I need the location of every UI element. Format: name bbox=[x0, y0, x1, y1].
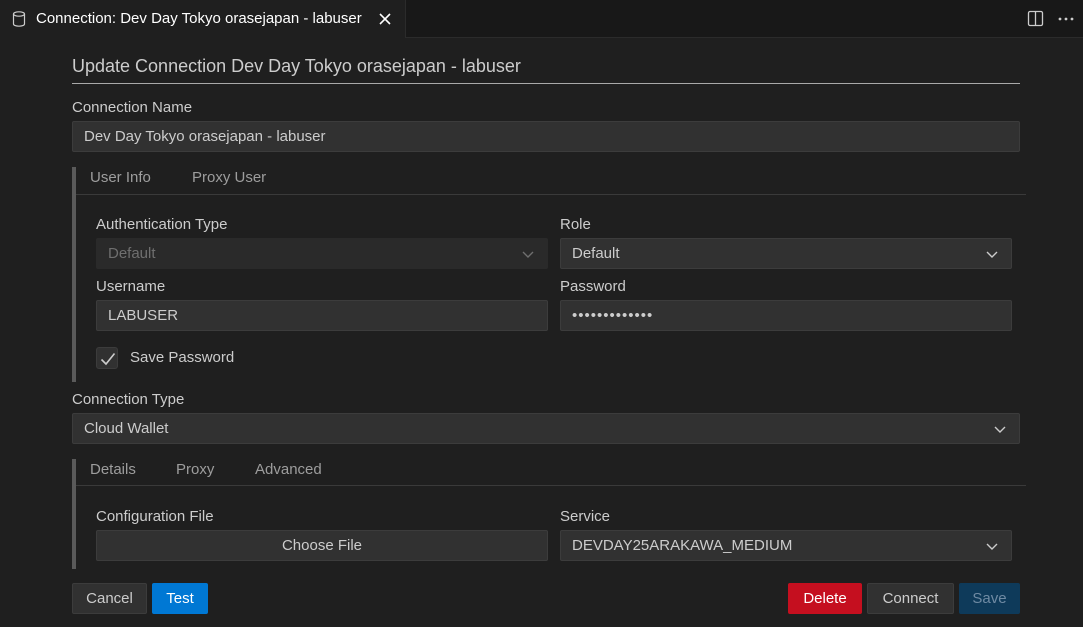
tab-title: Connection: Dev Day Tokyo orasejapan - l… bbox=[36, 10, 362, 27]
save-button: Save bbox=[959, 583, 1020, 614]
connection-name-label: Connection Name bbox=[72, 99, 193, 116]
service-select[interactable]: DEVDAY25ARAKAWA_MEDIUM bbox=[560, 530, 1012, 561]
role-value: Default bbox=[572, 245, 620, 262]
tab-user-info[interactable]: User Info bbox=[90, 169, 151, 186]
username-label: Username bbox=[96, 278, 166, 295]
checkmark-icon bbox=[100, 352, 116, 366]
auth-type-label: Authentication Type bbox=[96, 216, 228, 233]
username-value: LABUSER bbox=[108, 307, 179, 324]
delete-button[interactable]: Delete bbox=[788, 583, 862, 614]
details-tabs-divider bbox=[76, 485, 1026, 486]
username-input[interactable]: LABUSER bbox=[96, 300, 548, 331]
auth-type-select: Default bbox=[96, 238, 548, 269]
chevron-down-icon bbox=[522, 251, 534, 258]
save-password-checkbox[interactable] bbox=[96, 347, 118, 369]
save-password-label: Save Password bbox=[130, 349, 235, 366]
close-icon[interactable] bbox=[376, 10, 394, 28]
role-label: Role bbox=[560, 216, 591, 233]
password-value: ••••••••••••• bbox=[572, 307, 654, 324]
tab-proxy[interactable]: Proxy bbox=[176, 461, 214, 478]
page-title: Update Connection Dev Day Tokyo orasejap… bbox=[72, 56, 521, 76]
database-icon bbox=[12, 11, 26, 27]
chevron-down-icon bbox=[986, 251, 998, 258]
title-divider bbox=[72, 83, 1020, 84]
test-button[interactable]: Test bbox=[152, 583, 208, 614]
tab-proxy-user[interactable]: Proxy User bbox=[192, 169, 266, 186]
service-value: DEVDAY25ARAKAWA_MEDIUM bbox=[572, 537, 793, 554]
editor-tab[interactable]: Connection: Dev Day Tokyo orasejapan - l… bbox=[0, 0, 406, 38]
editor-tab-bar: Connection: Dev Day Tokyo orasejapan - l… bbox=[0, 0, 1083, 38]
choose-file-button[interactable]: Choose File bbox=[96, 530, 548, 561]
choose-file-label: Choose File bbox=[281, 537, 363, 554]
more-actions-icon[interactable] bbox=[1057, 10, 1075, 28]
connection-type-value: Cloud Wallet bbox=[84, 420, 169, 437]
details-section-bar bbox=[72, 459, 76, 569]
chevron-down-icon bbox=[994, 426, 1006, 433]
config-file-label: Configuration File bbox=[96, 508, 214, 525]
user-tabs-divider bbox=[76, 194, 1026, 195]
user-section-bar bbox=[72, 167, 76, 382]
service-label: Service bbox=[560, 508, 611, 525]
password-input[interactable]: ••••••••••••• bbox=[560, 300, 1012, 331]
connect-button[interactable]: Connect bbox=[867, 583, 954, 614]
password-label: Password bbox=[560, 278, 626, 295]
auth-type-value: Default bbox=[108, 245, 156, 262]
tab-details[interactable]: Details bbox=[90, 461, 136, 478]
connection-name-input[interactable]: Dev Day Tokyo orasejapan - labuser bbox=[72, 121, 1020, 152]
connection-type-select[interactable]: Cloud Wallet bbox=[72, 413, 1020, 444]
connection-type-label: Connection Type bbox=[72, 391, 185, 408]
cancel-button[interactable]: Cancel bbox=[72, 583, 147, 614]
connection-name-value: Dev Day Tokyo orasejapan - labuser bbox=[84, 128, 326, 145]
split-editor-icon[interactable] bbox=[1027, 10, 1044, 27]
chevron-down-icon bbox=[986, 543, 998, 550]
tab-advanced[interactable]: Advanced bbox=[255, 461, 322, 478]
role-select[interactable]: Default bbox=[560, 238, 1012, 269]
